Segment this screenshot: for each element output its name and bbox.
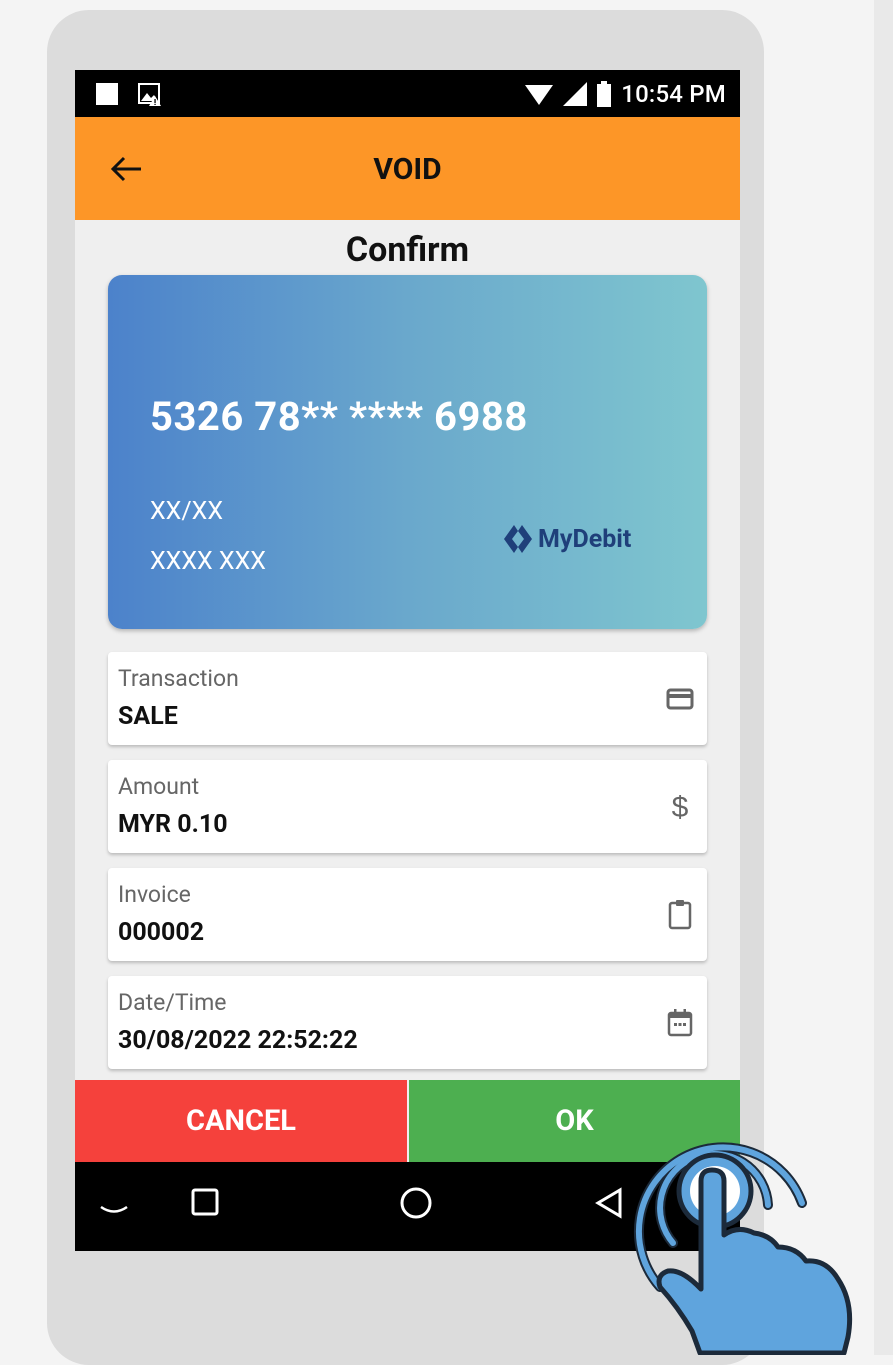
card-brand-text: MyDebit [538, 524, 632, 554]
field-value: 30/08/2022 22:52:22 [118, 1026, 358, 1055]
wifi-icon [525, 84, 554, 105]
status-bar: 10:54 PM [75, 70, 740, 117]
field-label: Invoice [118, 881, 191, 908]
card-holder-name: XXXX XXX [150, 547, 266, 576]
amount-field: Amount MYR 0.10 $ [108, 760, 707, 853]
phone-screen: 10:54 PM VOID Confirm 5326 78** **** 698… [75, 70, 740, 1251]
field-value: 000002 [118, 918, 205, 947]
image-alert-icon [138, 83, 161, 106]
app-bar-title: VOID [373, 152, 442, 187]
keyboard-hide-icon[interactable] [99, 1204, 129, 1216]
calendar-icon [667, 1009, 693, 1037]
transaction-field: Transaction SALE [108, 652, 707, 745]
status-time: 10:54 PM [621, 79, 726, 108]
dollar-icon: $ [672, 791, 689, 822]
datetime-field: Date/Time 30/08/2022 22:52:22 [108, 976, 707, 1069]
tap-gesture-icon [633, 1142, 853, 1355]
clipboard-icon [668, 900, 692, 930]
field-label: Amount [118, 773, 200, 800]
field-label: Date/Time [118, 989, 227, 1016]
app-bar: VOID [75, 117, 740, 220]
home-circle-icon[interactable] [400, 1187, 432, 1219]
debit-card: 5326 78** **** 6988 XX/XX XXXX XXX MyDeb… [108, 275, 707, 629]
right-panel-strip [874, 0, 893, 1355]
battery-icon [597, 80, 612, 107]
signal-icon [563, 81, 588, 106]
card-expiry: XX/XX [150, 497, 224, 526]
page-heading: Confirm [345, 230, 470, 270]
recents-square-icon[interactable] [191, 1188, 219, 1216]
svg-text:$: $ [672, 791, 689, 822]
mydebit-diamond-icon [504, 525, 532, 553]
credit-card-icon [666, 688, 694, 710]
field-value: SALE [118, 702, 178, 731]
notification-square-icon [96, 83, 118, 105]
field-label: Transaction [118, 665, 239, 692]
field-value: MYR 0.10 [118, 810, 228, 839]
invoice-field: Invoice 000002 [108, 868, 707, 961]
mydebit-logo: MyDebit [502, 523, 631, 555]
cancel-button[interactable]: CANCEL [75, 1080, 407, 1162]
card-number: 5326 78** **** 6988 [150, 393, 528, 440]
